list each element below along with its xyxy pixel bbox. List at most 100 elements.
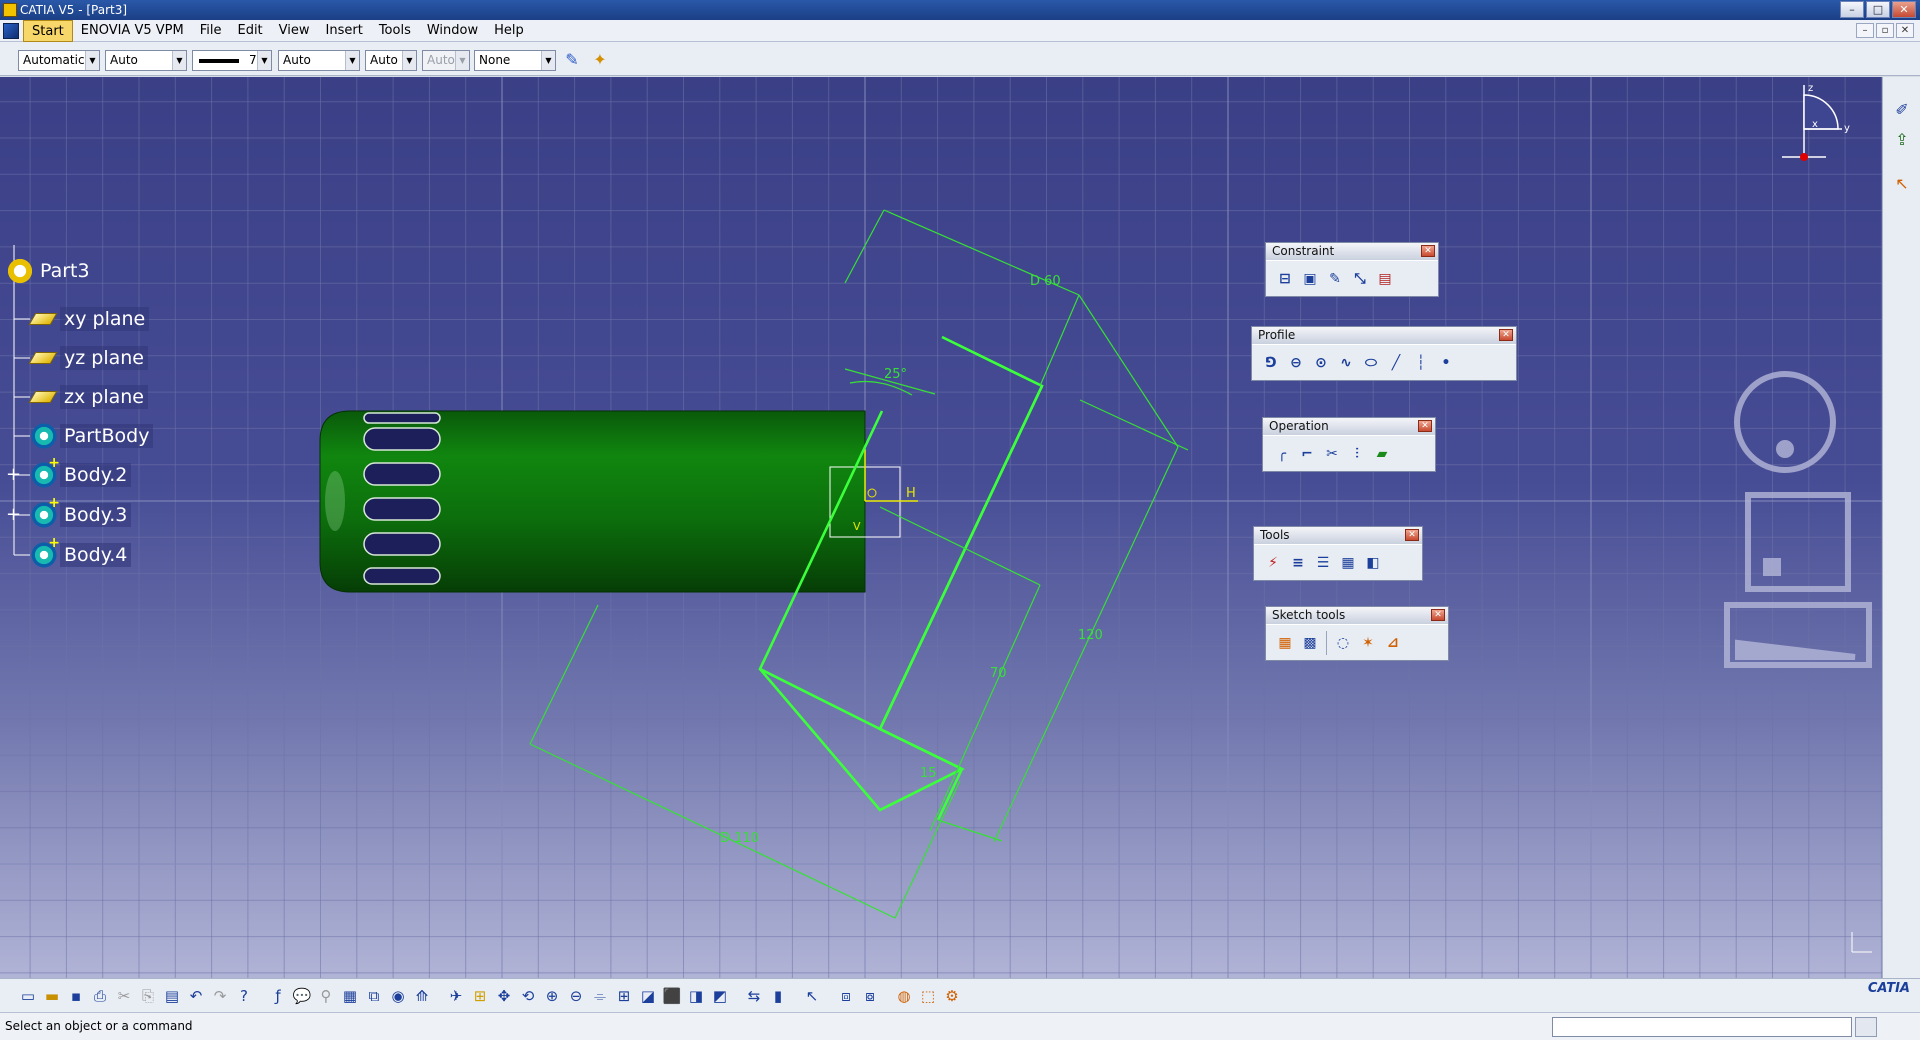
list-icon[interactable]: ☰ (1312, 552, 1334, 574)
tools-toolbar[interactable]: Tools ✕ ⚡ ≡ ☰ ▦ ◧ (1253, 526, 1423, 581)
fly-mode-icon[interactable]: ✈ (444, 984, 468, 1008)
shading-icon[interactable]: ⬛ (660, 984, 684, 1008)
expand-icon[interactable]: + (6, 506, 21, 524)
lock-icon[interactable]: ▮ (766, 984, 790, 1008)
parameters-icon[interactable]: ≡ (1287, 552, 1309, 574)
zoom-out-icon[interactable]: ⊖ (564, 984, 588, 1008)
normal-view-icon[interactable]: ⌯ (588, 984, 612, 1008)
analysis-icon[interactable]: ◧ (1362, 552, 1384, 574)
maximize-button[interactable]: □ (1866, 1, 1890, 18)
menu-view[interactable]: View (271, 20, 318, 42)
tree-item-body3[interactable]: + Body.3 (30, 495, 132, 529)
fix-together-icon[interactable]: ⤡ (1349, 268, 1371, 290)
tree-item-body4[interactable]: + Body.4 (30, 535, 132, 569)
close-icon[interactable]: ✕ (1499, 329, 1513, 341)
zoom-in-icon[interactable]: ⊕ (540, 984, 564, 1008)
command-input[interactable] (1552, 1017, 1852, 1037)
sketch-analysis-icon[interactable]: ⚡ (1262, 552, 1284, 574)
trim-icon[interactable]: ✂ (1321, 443, 1343, 465)
close-icon[interactable]: ✕ (1431, 609, 1445, 621)
constraint-dialog-icon[interactable]: ⊟ (1274, 268, 1296, 290)
new-icon[interactable]: ▭ (16, 984, 40, 1008)
save-icon[interactable]: ▪ (64, 984, 88, 1008)
close-icon[interactable]: ✕ (1405, 529, 1419, 541)
menu-help[interactable]: Help (486, 20, 532, 42)
dimension-15[interactable]: 15 (920, 766, 937, 781)
multi-view-icon[interactable]: ⊞ (612, 984, 636, 1008)
knowledge-icon[interactable]: ⧉ (362, 984, 386, 1008)
tree-item-body2[interactable]: + Body.2 (30, 455, 132, 489)
close-icon[interactable]: ✕ (1418, 420, 1432, 432)
menu-start[interactable]: Start (23, 19, 73, 42)
profile-icon[interactable]: ⅁ (1260, 352, 1282, 374)
menu-edit[interactable]: Edit (229, 20, 270, 42)
geometry-display-icon[interactable]: ⬚ (916, 984, 940, 1008)
dimension-angle[interactable]: 25° (884, 367, 907, 382)
sketch-tools-toolbar[interactable]: Sketch tools ✕ ▦ ▩ ◌ ✶ ⊿ (1265, 606, 1449, 661)
doc-close-button[interactable]: ✕ (1896, 23, 1914, 38)
undo-icon[interactable]: ↶ (184, 984, 208, 1008)
menu-window[interactable]: Window (419, 20, 486, 42)
grid-icon[interactable]: ▦ (1274, 632, 1296, 654)
point-type-select[interactable]: Auto ▼ (365, 50, 417, 71)
axis-icon[interactable]: ┆ (1410, 352, 1432, 374)
expand-icon[interactable]: + (6, 466, 21, 484)
tree-item-zx-plane[interactable]: zx plane (28, 383, 148, 411)
view-mode-icon[interactable]: ⧈ (834, 984, 858, 1008)
command-button[interactable] (1855, 1017, 1877, 1037)
dimension-120[interactable]: 120 (1078, 628, 1103, 643)
render-style-icon[interactable]: ⧇ (858, 984, 882, 1008)
select-icon[interactable]: ↖ (800, 984, 824, 1008)
open-icon[interactable]: ▬ (40, 984, 64, 1008)
profile-toolbar[interactable]: Profile ✕ ⅁ ⊖ ⊙ ∿ ⬭ ╱ ┆ • (1251, 326, 1517, 381)
constraint-icon[interactable]: ▣ (1299, 268, 1321, 290)
constraint-display-icon[interactable]: ◍ (892, 984, 916, 1008)
rotate-icon[interactable]: ⟲ (516, 984, 540, 1008)
line-thickness-select[interactable]: 7 ▼ (192, 50, 272, 71)
dimensional-constraints-icon[interactable]: ⊿ (1382, 632, 1404, 654)
whats-this-icon[interactable]: ? (232, 984, 256, 1008)
fit-all-icon[interactable]: ⊞ (468, 984, 492, 1008)
project-3d-icon[interactable]: ▰ (1371, 443, 1393, 465)
circle-icon[interactable]: ⊙ (1310, 352, 1332, 374)
painter-icon[interactable]: ✎ (560, 47, 584, 71)
geometric-constraints-icon[interactable]: ✶ (1357, 632, 1379, 654)
contact-constraint-icon[interactable]: ✎ (1324, 268, 1346, 290)
constraint-toolbar[interactable]: Constraint ✕ ⊟ ▣ ✎ ⤡ ▤ (1265, 242, 1439, 297)
select-arrow-icon[interactable]: ↖ (1890, 171, 1914, 195)
sketch-icon[interactable]: ✐ (1890, 97, 1914, 121)
line-type-select[interactable]: Auto ▼ (278, 50, 360, 71)
chamfer-icon[interactable]: ⌐ (1296, 443, 1318, 465)
snap-to-point-icon[interactable]: ▩ (1299, 632, 1321, 654)
cut-part-icon[interactable]: ⇆ (742, 984, 766, 1008)
close-button[interactable]: ✕ (1892, 1, 1916, 18)
transparency-select[interactable]: Auto ▼ (105, 50, 187, 71)
exit-workbench-icon[interactable]: ⇪ (1890, 127, 1914, 151)
minimize-button[interactable]: – (1840, 1, 1864, 18)
auto-constraint-icon[interactable]: ▤ (1374, 268, 1396, 290)
operation-toolbar[interactable]: Operation ✕ ╭ ⌐ ✂ ⫶ ▰ (1262, 417, 1436, 472)
catalog-icon[interactable]: ▦ (338, 984, 362, 1008)
tree-item-partbody[interactable]: PartBody (30, 422, 154, 450)
dimension-d110[interactable]: D 110 (720, 831, 759, 846)
pan-icon[interactable]: ✥ (492, 984, 516, 1008)
comment-icon[interactable]: 💬 (290, 984, 314, 1008)
hide-show-icon[interactable]: ◨ (684, 984, 708, 1008)
document-icon[interactable] (3, 22, 19, 39)
tree-item-xy-plane[interactable]: xy plane (28, 305, 150, 333)
tree-item-yz-plane[interactable]: yz plane (28, 344, 148, 372)
oblong-icon[interactable]: ⊖ (1285, 352, 1307, 374)
table-icon[interactable]: ▦ (1337, 552, 1359, 574)
layer-select[interactable]: None ▼ (474, 50, 556, 71)
compass[interactable]: z y x (1782, 83, 1850, 161)
dimension-70[interactable]: 70 (990, 666, 1007, 681)
print-icon[interactable]: ⎙ (88, 984, 112, 1008)
color-select[interactable]: Automatic ▼ (18, 50, 100, 71)
construction-element-icon[interactable]: ◌ (1332, 632, 1354, 654)
measure-icon[interactable]: ◉ (386, 984, 410, 1008)
menu-file[interactable]: File (192, 20, 230, 42)
doc-restore-button[interactable]: ▫ (1876, 23, 1894, 38)
inertia-icon[interactable]: ⟰ (410, 984, 434, 1008)
close-icon[interactable]: ✕ (1421, 245, 1435, 257)
iso-view-icon[interactable]: ◪ (636, 984, 660, 1008)
